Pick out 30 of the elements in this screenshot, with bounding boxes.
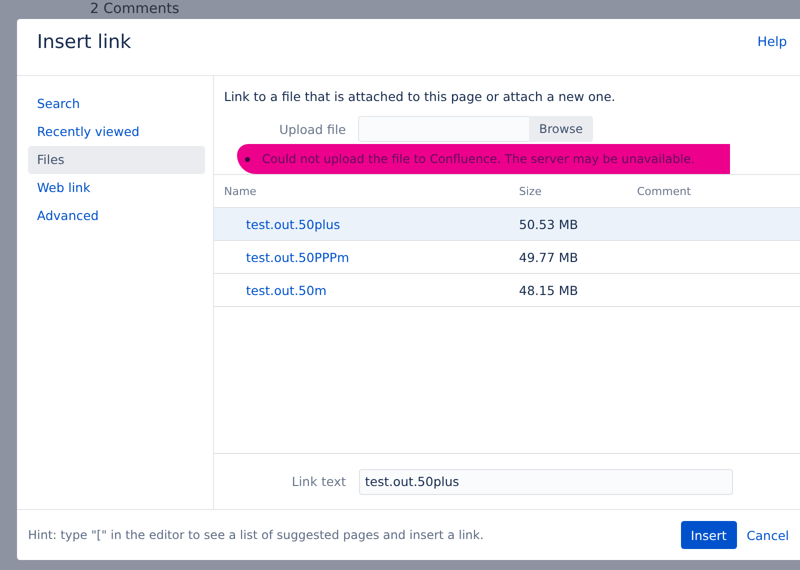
file-size: 50.53 MB	[519, 216, 580, 232]
page-heading: 2 Comments	[90, 0, 180, 18]
sidebar-item[interactable]: Recently viewed	[28, 118, 205, 146]
hint-text: Hint: type "[" in the editor to see a list of suggested pages and insert a link.	[28, 528, 484, 542]
link-text-field[interactable]: test.out.50plus	[359, 468, 733, 494]
column-header: Size	[519, 184, 543, 198]
help-link[interactable]: Help	[757, 34, 787, 50]
dialog-title: Insert link	[37, 31, 132, 53]
sidebar-item[interactable]: Web link	[28, 174, 205, 202]
file-size: 49.77 MB	[519, 250, 580, 264]
upload-field[interactable]	[358, 116, 529, 142]
column-header: Comment	[637, 184, 691, 198]
upload-label: Upload file	[278, 122, 347, 136]
sidebar-item[interactable]: Files	[28, 146, 205, 174]
file-size: 48.15 MB	[519, 282, 580, 298]
sidebar-item[interactable]: Advanced	[28, 202, 205, 230]
link-text-label: Link text	[290, 474, 347, 489]
file-name: test.out.50plus	[245, 216, 342, 232]
file-name: test.out.50PPPm	[245, 250, 350, 264]
cancel-link[interactable]: Cancel	[746, 528, 789, 542]
column-header: Name	[223, 184, 258, 198]
insert-button[interactable]: Insert	[680, 521, 737, 549]
file-row[interactable]: test.out.50PPPm 49.77 MB	[214, 241, 800, 274]
error-message: Could not upload the file to Confluence. The server may be unavailable.	[237, 144, 730, 174]
file-row[interactable]: test.out.50m 48.15 MB	[214, 274, 800, 307]
file-row[interactable]: test.out.50plus 50.53 MB	[214, 208, 800, 241]
sidebar-item[interactable]: Search	[28, 90, 205, 118]
browse-button[interactable]: Browse	[529, 116, 593, 142]
file-name: test.out.50m	[245, 282, 328, 298]
intro-text: Link to a file that is attached to this page or attach a new one.	[224, 89, 616, 104]
